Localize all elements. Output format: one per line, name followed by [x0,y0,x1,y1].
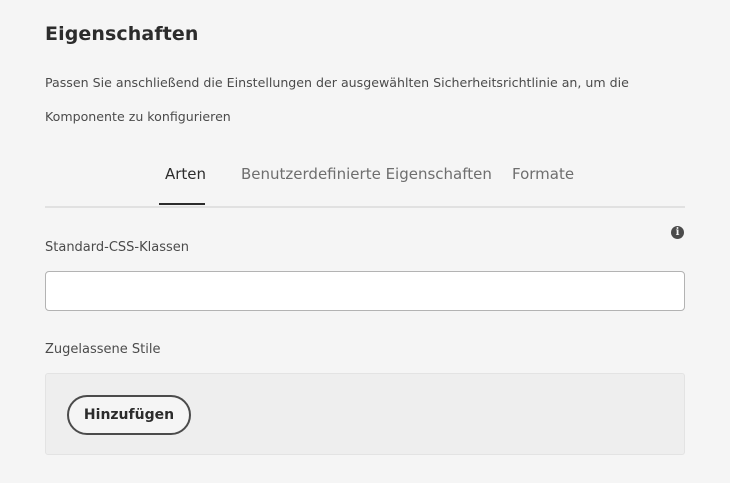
active-tab-indicator [159,203,205,205]
panel-title: Eigenschaften [45,23,199,45]
tab-formate[interactable]: Formate [512,165,574,183]
info-icon[interactable]: i [671,226,684,239]
css-classes-input[interactable] [45,271,685,311]
tab-benutzerdefinierte-eigenschaften[interactable]: Benutzerdefinierte Eigenschaften [241,165,492,183]
allowed-styles-label: Zugelassene Stile [45,342,161,357]
add-button[interactable]: Hinzufügen [67,395,191,435]
panel-description: Passen Sie anschließend die Einstellunge… [45,75,629,124]
tab-arten[interactable]: Arten [165,165,206,183]
allowed-styles-container: Hinzufügen [45,373,685,455]
properties-panel: Eigenschaften Passen Sie anschließend di… [45,0,685,483]
css-classes-label: Standard-CSS-Klassen [45,240,189,255]
tab-bar: Arten Benutzerdefinierte Eigenschaften F… [45,160,685,208]
